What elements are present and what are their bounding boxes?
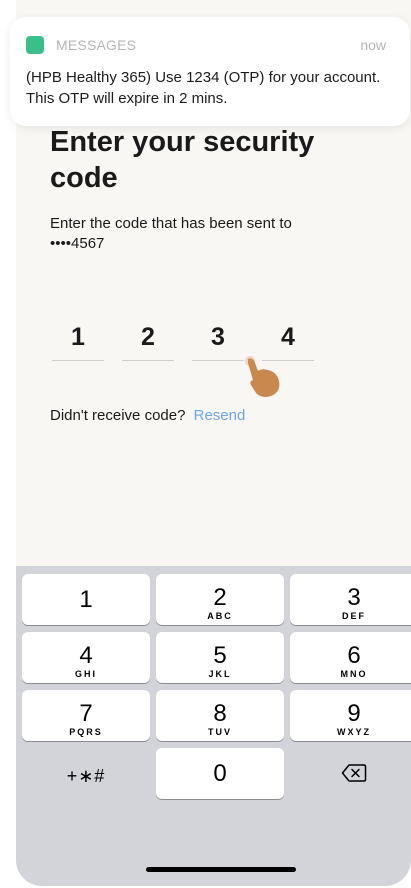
notification-app-name: MESSAGES <box>56 37 137 53</box>
key-0[interactable]: 0 <box>156 748 284 799</box>
key-5-digit: 5 <box>213 642 227 669</box>
key-backspace[interactable] <box>290 748 411 799</box>
home-indicator[interactable] <box>146 867 296 872</box>
resend-link[interactable]: Resend <box>194 407 246 424</box>
pointing-hand-icon <box>245 356 280 397</box>
key-0-digit: 0 <box>213 760 227 787</box>
key-3-letters: DEF <box>342 611 366 621</box>
key-6-letters: MNO <box>340 669 368 679</box>
key-4-letters: GHI <box>74 669 97 679</box>
key-8-letters: TUV <box>208 727 232 737</box>
notification-time: now <box>360 37 386 53</box>
key-5-letters: JKL <box>208 669 232 679</box>
subtitle-text: Enter the code that has been sent to <box>50 215 292 232</box>
key-8-digit: 8 <box>213 700 227 727</box>
key-symbols[interactable]: +∗# <box>22 748 150 799</box>
key-2[interactable]: 2 ABC <box>156 574 284 625</box>
key-9-digit: 9 <box>347 700 361 727</box>
key-5[interactable]: 5 JKL <box>156 632 284 683</box>
key-7-letters: PQRS <box>69 727 103 737</box>
message-notification[interactable]: MESSAGES now (HPB Healthy 365) Use 1234 … <box>10 17 410 126</box>
numeric-keypad: 1 2 ABC 3 DEF 4 GHI 5 JKL 6 MNO 7 PQRS 8 <box>16 566 411 886</box>
key-6[interactable]: 6 MNO <box>290 632 411 683</box>
resend-prompt: Didn't receive code? <box>50 407 186 424</box>
backspace-icon <box>341 764 367 782</box>
phone-screen: Enter your security code Enter the code … <box>16 0 411 886</box>
otp-digit-2[interactable]: 2 <box>122 318 174 361</box>
key-1-digit: 1 <box>79 586 93 613</box>
key-4[interactable]: 4 GHI <box>22 632 150 683</box>
key-7[interactable]: 7 PQRS <box>22 690 150 741</box>
key-symbols-label: +∗# <box>66 766 106 786</box>
key-6-digit: 6 <box>347 642 361 669</box>
key-8[interactable]: 8 TUV <box>156 690 284 741</box>
page-title: Enter your security code <box>50 126 315 194</box>
key-9-letters: WXYZ <box>337 727 371 737</box>
resend-row: Didn't receive code? Resend <box>50 407 245 424</box>
key-2-letters: ABC <box>207 611 233 621</box>
notification-message: (HPB Healthy 365) Use 1234 (OTP) for you… <box>26 69 381 107</box>
key-9[interactable]: 9 WXYZ <box>290 690 411 741</box>
key-1[interactable]: 1 <box>22 574 150 625</box>
key-2-digit: 2 <box>213 584 227 611</box>
page-subtitle: Enter the code that has been sent to •••… <box>50 214 370 254</box>
key-7-digit: 7 <box>79 700 93 727</box>
key-3-digit: 3 <box>347 584 361 611</box>
key-4-digit: 4 <box>79 642 93 669</box>
messages-app-icon <box>26 36 44 54</box>
masked-phone-number: ••••4567 <box>50 235 105 252</box>
key-3[interactable]: 3 DEF <box>290 574 411 625</box>
otp-digit-3[interactable]: 3 <box>192 318 244 361</box>
otp-digit-1[interactable]: 1 <box>52 318 104 361</box>
